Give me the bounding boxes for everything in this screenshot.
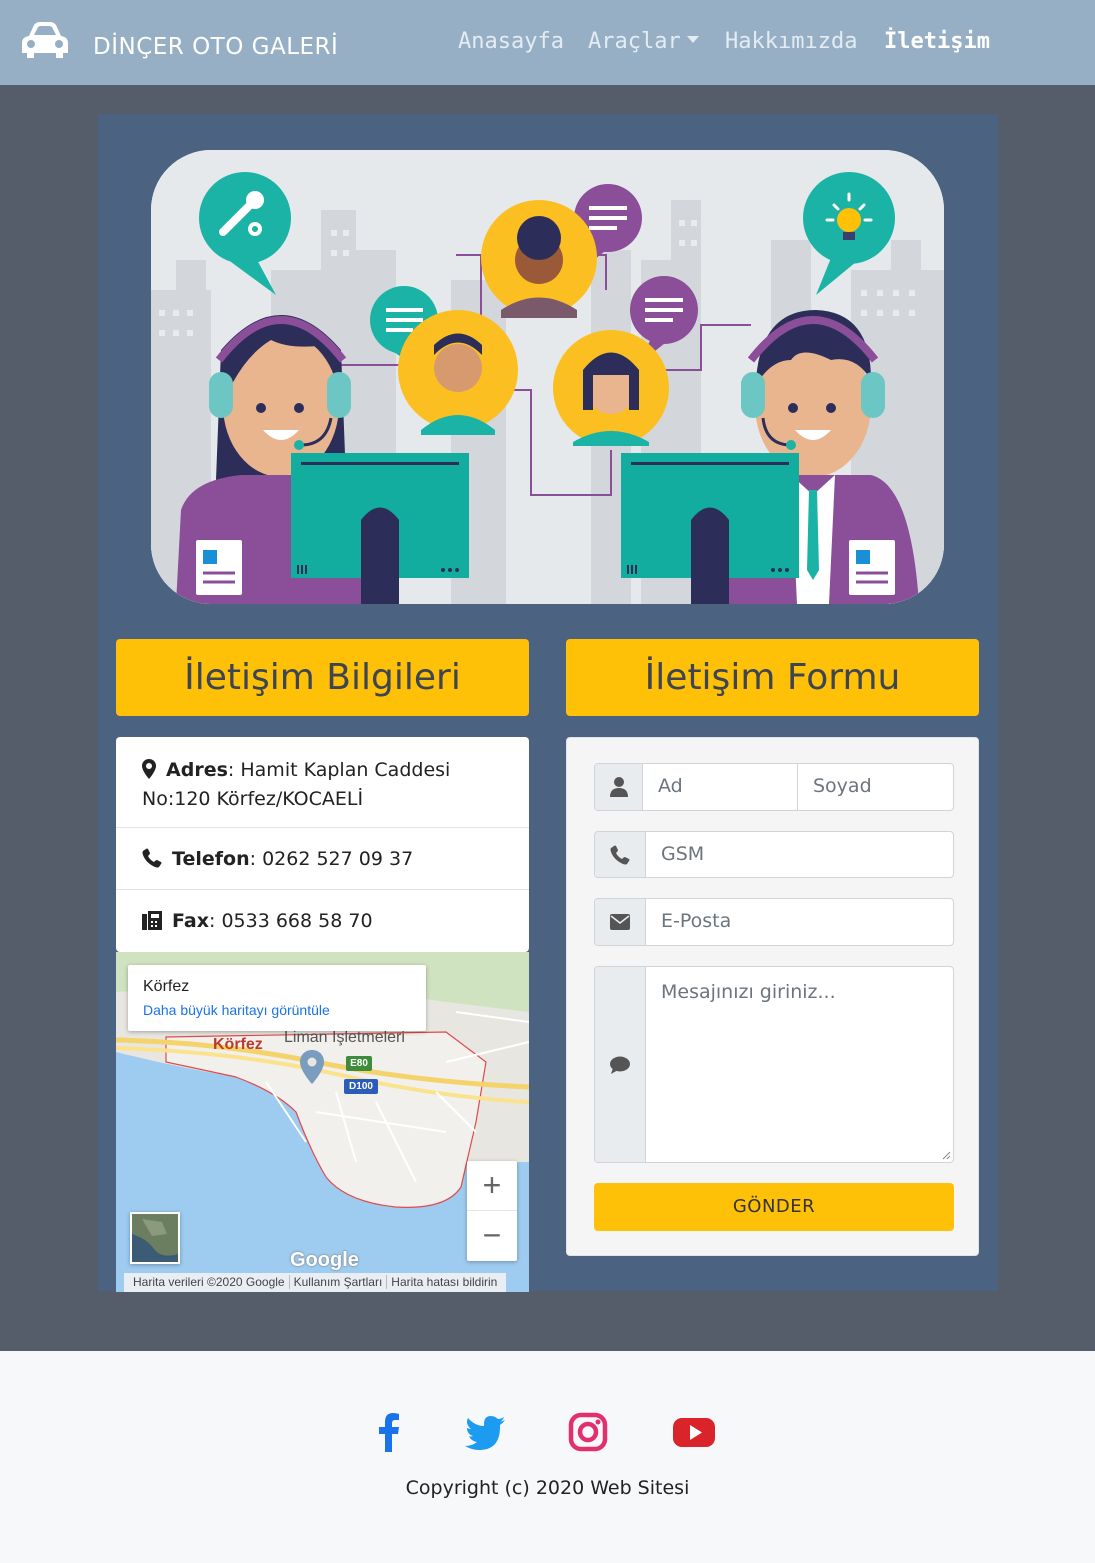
user-icon bbox=[609, 777, 628, 797]
contact-info-list: Adres: Hamit Kaplan Caddesi No:120 Körfe… bbox=[116, 737, 529, 952]
road-sign-d100: D100 bbox=[344, 1079, 378, 1094]
navbar: DİNÇER OTO GALERİ Anasayfa Araçlar Hakkı… bbox=[0, 0, 1095, 85]
car-icon[interactable] bbox=[19, 20, 71, 60]
gsm-addon bbox=[595, 832, 646, 877]
map-pin-icon[interactable] bbox=[300, 1050, 324, 1084]
map-zoom-control: + − bbox=[467, 1161, 517, 1261]
address-label: Adres bbox=[166, 759, 228, 781]
phone-icon bbox=[610, 845, 630, 864]
hero-image bbox=[151, 150, 944, 604]
map-place-card: Körfez Daha büyük haritayı görüntüle bbox=[128, 965, 426, 1031]
zoom-out-button[interactable]: − bbox=[467, 1211, 517, 1261]
first-name-input[interactable]: Ad bbox=[643, 764, 798, 810]
fax-item: Fax: 0533 668 58 70 bbox=[116, 890, 529, 952]
contact-form: Ad Soyad GSM E-Posta Mesajınızı giriniz.… bbox=[566, 737, 979, 1256]
footer: Copyright (c) 2020 Web Sitesi bbox=[0, 1351, 1095, 1563]
comment-icon bbox=[610, 1056, 630, 1074]
address-line1: Hamit Kaplan Caddesi bbox=[240, 759, 451, 781]
email-addon bbox=[595, 899, 646, 945]
address-item: Adres: Hamit Kaplan Caddesi No:120 Körfe… bbox=[116, 737, 529, 828]
google-map[interactable]: Körfez Liman İşletmeleri E80 D100 Körfez… bbox=[116, 952, 529, 1292]
last-name-input[interactable]: Soyad bbox=[798, 764, 953, 810]
fax-value: 0533 668 58 70 bbox=[221, 910, 373, 932]
view-larger-map-link[interactable]: Daha büyük haritayı görüntüle bbox=[143, 1002, 330, 1018]
terms-of-use-link[interactable]: Kullanım Şartları bbox=[289, 1275, 388, 1289]
main-panel: İletişim Bilgileri İletişim Formu Adres:… bbox=[98, 114, 998, 1292]
envelope-icon bbox=[610, 914, 630, 930]
email-input-group: E-Posta bbox=[594, 898, 954, 946]
phone-item: Telefon: 0262 527 09 37 bbox=[116, 828, 529, 890]
nav-link-contact[interactable]: İletişim bbox=[884, 29, 990, 54]
nav-link-vehicles-label: Araçlar bbox=[588, 29, 681, 54]
brand-name[interactable]: DİNÇER OTO GALERİ bbox=[93, 34, 338, 60]
submit-button[interactable]: GÖNDER bbox=[594, 1183, 954, 1231]
twitter-icon[interactable] bbox=[463, 1410, 507, 1454]
satellite-thumbnail bbox=[132, 1214, 178, 1262]
message-input-group: Mesajınızı giriniz... bbox=[594, 966, 954, 1163]
copyright-text: Copyright (c) 2020 Web Sitesi bbox=[405, 1477, 690, 1499]
instagram-icon[interactable] bbox=[566, 1410, 610, 1454]
report-map-error-link[interactable]: Harita hatası bildirin bbox=[387, 1275, 501, 1289]
contact-form-heading: İletişim Formu bbox=[566, 639, 979, 716]
gsm-input[interactable]: GSM bbox=[646, 832, 953, 877]
customer-support-illustration bbox=[151, 150, 944, 604]
message-addon bbox=[595, 967, 646, 1162]
satellite-toggle-button[interactable] bbox=[130, 1212, 180, 1264]
facebook-icon[interactable] bbox=[367, 1410, 411, 1454]
chevron-down-icon bbox=[686, 36, 699, 43]
map-label-port: Liman İşletmeleri bbox=[284, 1029, 405, 1046]
map-place-title: Körfez bbox=[143, 978, 190, 995]
address-line2: No:120 Körfez/KOCAELİ bbox=[142, 788, 364, 810]
youtube-icon[interactable] bbox=[672, 1410, 716, 1454]
nav-link-home[interactable]: Anasayfa bbox=[458, 29, 564, 54]
google-logo: Google bbox=[290, 1249, 359, 1271]
zoom-in-button[interactable]: + bbox=[467, 1161, 517, 1211]
map-marker-icon bbox=[142, 759, 156, 779]
nav-link-about[interactable]: Hakkımızda bbox=[725, 29, 857, 54]
gsm-input-group: GSM bbox=[594, 831, 954, 878]
resize-handle-icon[interactable] bbox=[941, 1150, 951, 1160]
map-attribution: Harita verileri ©2020 Google Kullanım Şar… bbox=[124, 1273, 507, 1292]
contact-info-heading: İletişim Bilgileri bbox=[116, 639, 529, 716]
phone-label: Telefon bbox=[172, 848, 250, 870]
map-data-attribution: Harita verileri ©2020 Google bbox=[129, 1275, 290, 1289]
nav-link-vehicles[interactable]: Araçlar bbox=[588, 29, 699, 54]
message-textarea[interactable]: Mesajınızı giriniz... bbox=[646, 967, 953, 1162]
name-input-group: Ad Soyad bbox=[594, 763, 954, 811]
name-addon bbox=[595, 764, 643, 810]
road-sign-e80: E80 bbox=[346, 1056, 372, 1071]
phone-value[interactable]: 0262 527 09 37 bbox=[262, 848, 413, 870]
map-label-town: Körfez bbox=[213, 1036, 263, 1053]
email-input[interactable]: E-Posta bbox=[646, 899, 953, 945]
fax-icon bbox=[142, 911, 162, 930]
phone-icon bbox=[142, 848, 162, 868]
fax-label: Fax bbox=[172, 910, 209, 932]
